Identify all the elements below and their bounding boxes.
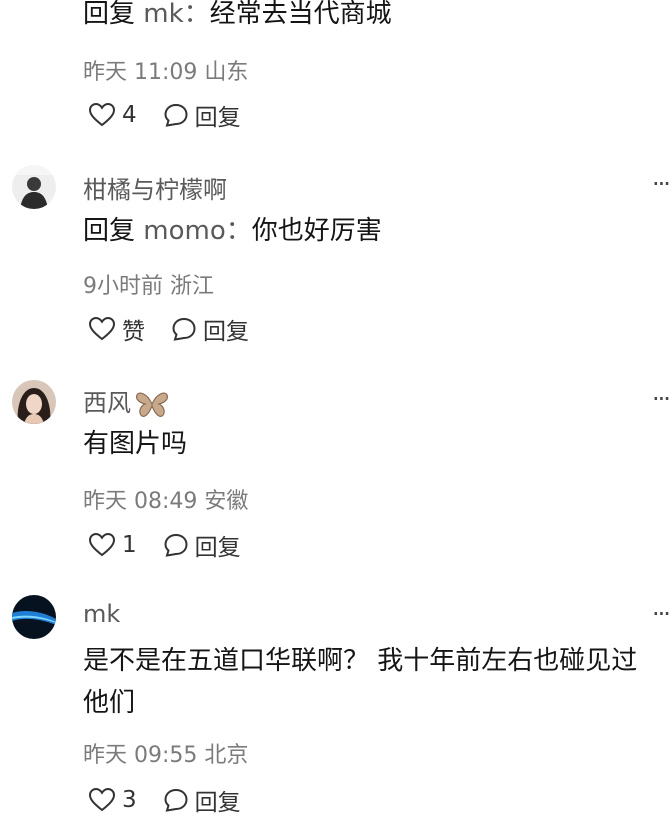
more-options-button[interactable]: ··· — [652, 600, 670, 628]
comment-meta: 昨天 08:49 安徽 — [83, 489, 249, 514]
reply-button[interactable]: 回复 — [171, 312, 249, 346]
comment-meta: 昨天 09:55 北京 — [83, 743, 249, 768]
like-count: 1 — [122, 532, 137, 558]
reply-prefix: 回复 — [83, 216, 136, 246]
more-options-button[interactable]: ··· — [652, 385, 670, 413]
reply-label: 回复 — [194, 790, 241, 816]
avatar[interactable] — [12, 595, 56, 639]
reply-label: 回复 — [194, 105, 241, 131]
comment-content: 回复 mk：经常去当代商城 — [83, 0, 392, 32]
avatar-image — [12, 165, 56, 209]
comment-text: 经常去当代商城 — [209, 0, 392, 29]
comment-text-line: 是不是在五道口华联啊？ 我十年前左右也碰见过 — [83, 646, 638, 676]
avatar-image — [12, 595, 56, 639]
reply-target-user[interactable]: mk： — [143, 0, 209, 29]
comment-meta: 昨天 11:09 山东 — [83, 60, 249, 85]
comment-content: 有图片吗 — [83, 426, 187, 462]
comment-actions: 1 回复 — [88, 528, 241, 562]
heart-outline-icon — [88, 102, 116, 127]
like-button[interactable]: 4 — [88, 102, 137, 128]
comment-content: 是不是在五道口华联啊？ 我十年前左右也碰见过 他们 — [83, 643, 637, 721]
heart-outline-icon — [88, 532, 116, 557]
avatar[interactable] — [12, 380, 56, 424]
reply-button[interactable]: 回复 — [163, 783, 241, 817]
like-button[interactable]: 1 — [88, 532, 137, 558]
username-text: 西风 — [83, 389, 131, 417]
butterfly-icon — [136, 392, 168, 417]
comment-actions: 赞 回复 — [88, 312, 249, 346]
username[interactable]: 西风 — [83, 383, 169, 419]
reply-target-user[interactable]: momo： — [143, 216, 251, 246]
heart-outline-icon — [88, 316, 116, 341]
like-button[interactable]: 赞 — [88, 312, 145, 346]
avatar-image — [12, 380, 56, 424]
speech-bubble-icon — [164, 788, 188, 812]
username[interactable]: 柑橘与柠檬啊 — [83, 170, 227, 205]
like-count: 赞 — [122, 319, 145, 345]
username[interactable]: mk — [83, 600, 120, 628]
speech-bubble-icon — [164, 533, 188, 557]
comment-actions: 3 回复 — [88, 783, 241, 817]
reply-label: 回复 — [194, 535, 241, 561]
like-count: 4 — [122, 102, 137, 128]
comment-content: 回复 momo：你也好厉害 — [83, 213, 382, 249]
reply-button[interactable]: 回复 — [163, 528, 241, 562]
avatar[interactable] — [12, 165, 56, 209]
reply-prefix: 回复 — [83, 0, 136, 29]
like-count: 3 — [122, 787, 137, 813]
comment-text: 你也好厉害 — [251, 216, 382, 246]
speech-bubble-icon — [172, 317, 196, 341]
more-options-button[interactable]: ··· — [652, 170, 670, 198]
comment-meta: 9小时前 浙江 — [83, 274, 214, 299]
comment-text: 有图片吗 — [83, 429, 188, 459]
speech-bubble-icon — [164, 103, 188, 127]
reply-label: 回复 — [203, 319, 249, 345]
reply-button[interactable]: 回复 — [163, 98, 241, 132]
like-button[interactable]: 3 — [88, 787, 137, 813]
comment-text-line: 他们 — [83, 688, 136, 718]
comment-actions: 4 回复 — [88, 98, 241, 132]
heart-outline-icon — [88, 787, 116, 812]
